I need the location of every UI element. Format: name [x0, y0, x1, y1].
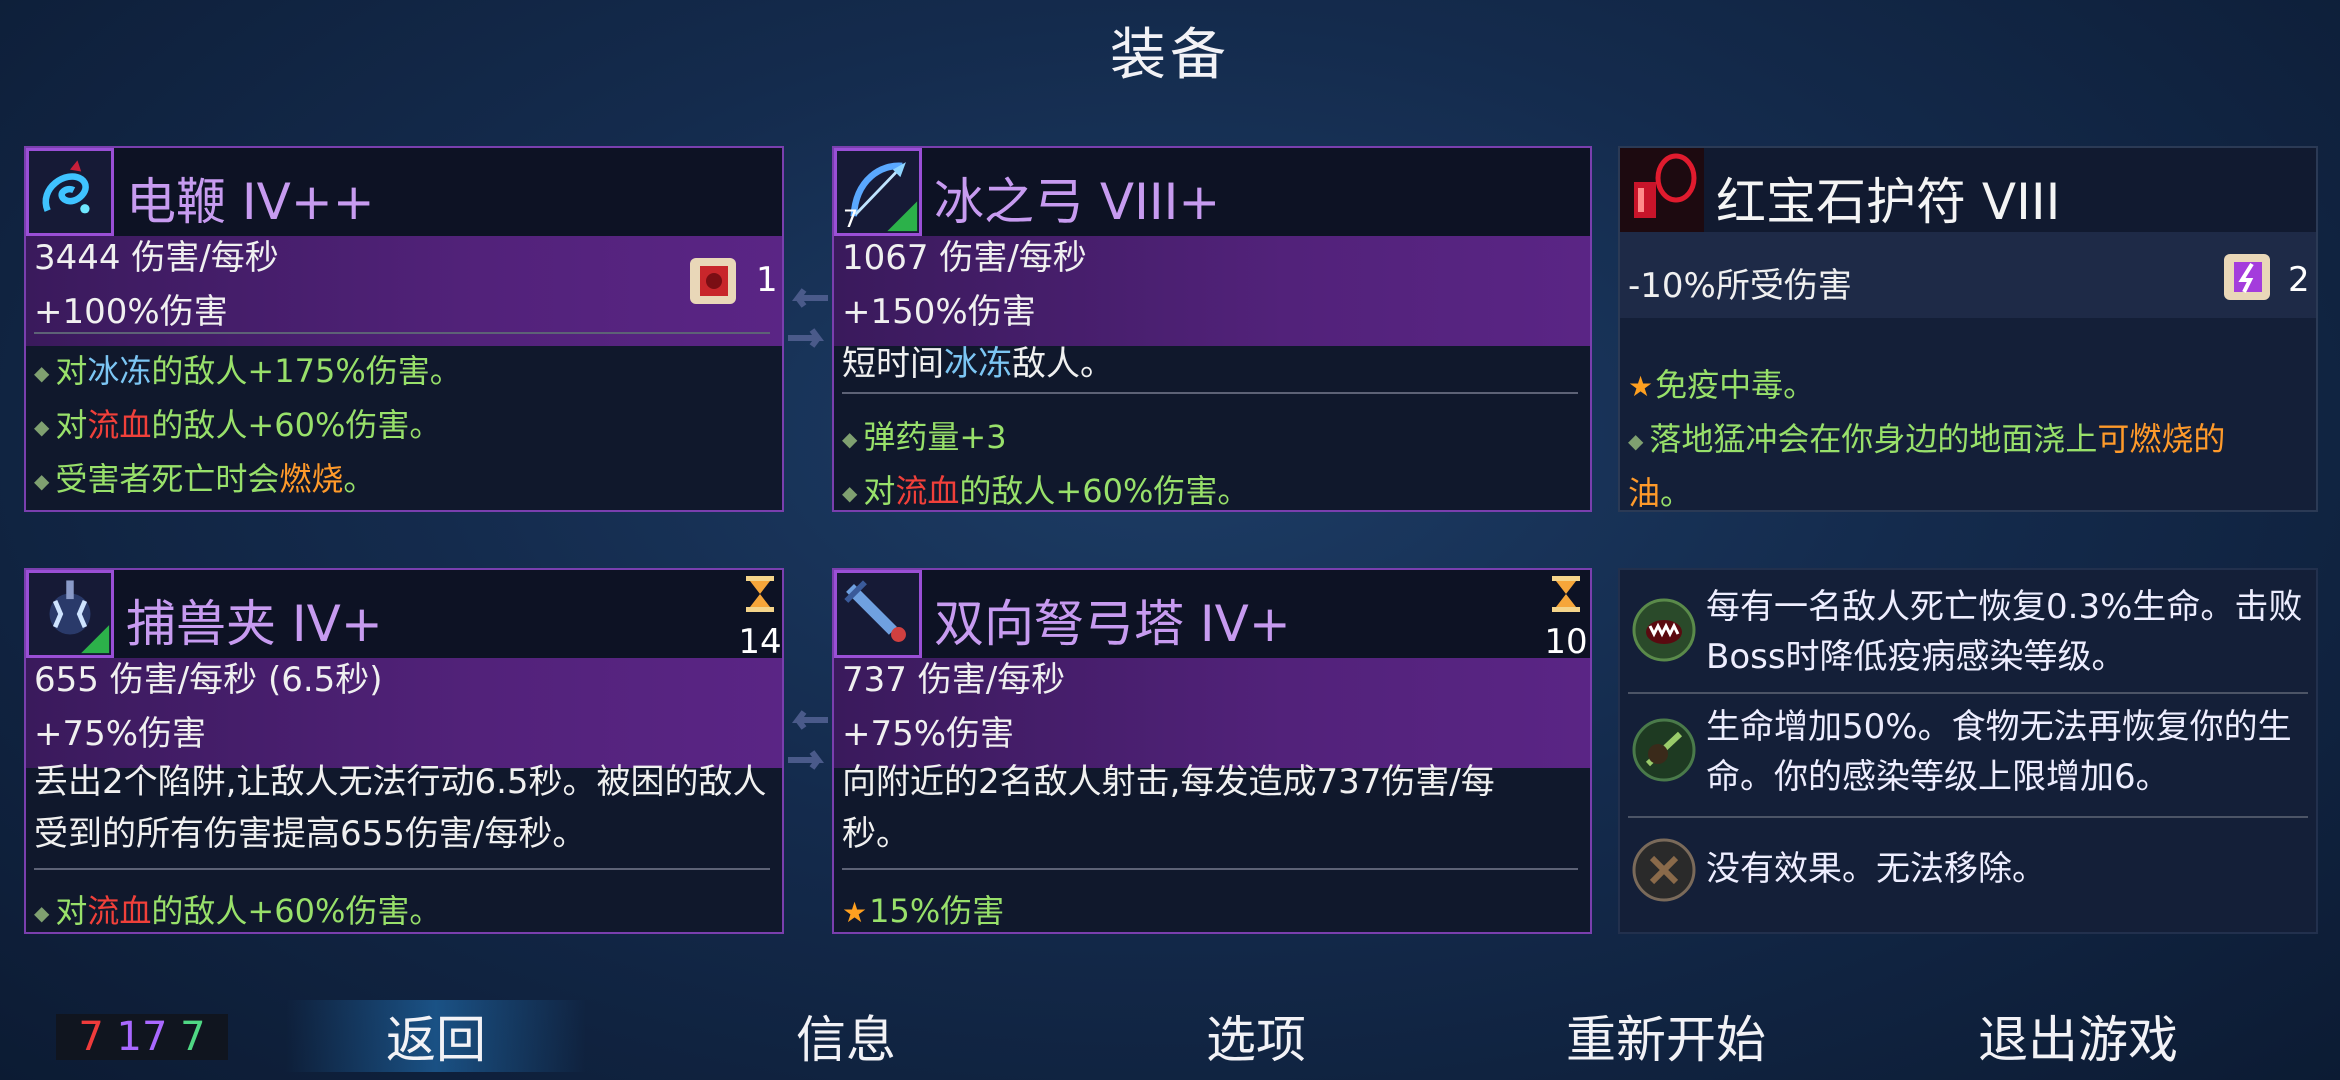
brutality-count: 7	[78, 1014, 104, 1060]
cooldown-value: 14	[738, 622, 782, 662]
amulet-title: 红宝石护符 VIII	[1716, 173, 2061, 231]
scroll-count: 1	[756, 260, 778, 300]
weapon-description: 丢出2个陷阱,让敌人无法行动6.5秒。被困的敌人受到的所有伤害提高655伤害/每…	[34, 762, 767, 854]
weapon-dps: 737 伤害/每秒	[842, 660, 1066, 700]
weapon-effect: ◆ 对流血的敌人+60%伤害。	[34, 892, 442, 930]
amulet-card[interactable]: 红宝石护符 VIII -10%所受伤害 2 ★免疫中毒。 ◆ 落地猛冲会在你身边的…	[1618, 146, 2318, 512]
weapon-dps: 3444 伤害/每秒	[34, 238, 279, 278]
weapon-card-ice-bow[interactable]: 7 冰之弓 VIII+ 1067 伤害/每秒 +150%伤害 短时间冰冻敌人。 …	[832, 146, 1592, 512]
weapon-effect: ◆ 受害者死亡时会燃烧。	[34, 460, 376, 498]
weapon-effect: ◆ 弹药量+3	[842, 418, 1007, 456]
quit-game-button[interactable]: 退出游戏	[1928, 1000, 2228, 1072]
info-button[interactable]: 信息	[696, 1000, 996, 1072]
divider	[842, 868, 1578, 870]
electric-whip-icon	[26, 148, 114, 236]
amulet-effect: ★免疫中毒。	[1628, 366, 1816, 404]
tactics-scroll-icon	[2224, 254, 2270, 300]
weapon-effect: ◆ 对流血的敌人+60%伤害。	[34, 406, 442, 444]
tactics-count: 17	[116, 1014, 168, 1060]
weapon-title: 电鞭 IV++	[126, 173, 375, 231]
mutation-row[interactable]: 没有效果。无法移除。	[1620, 826, 2316, 926]
weapon-effect: ★15%伤害	[842, 892, 1005, 930]
swap-arrows-icon[interactable]	[784, 710, 832, 776]
mutation-text: 每有一名敌人死亡恢复0.3%生命。击败Boss时降低疫病感染等级。	[1706, 587, 2303, 677]
brutality-scroll-icon	[690, 258, 736, 304]
fanged-mouth-icon	[1632, 598, 1696, 662]
hourglass-icon	[1552, 576, 1580, 612]
weapon-title: 捕兽夹 IV+	[126, 595, 383, 653]
restart-button[interactable]: 重新开始	[1516, 1000, 1816, 1072]
back-button[interactable]: 返回	[286, 1000, 586, 1072]
ruby-amulet-icon	[1620, 148, 1704, 232]
divider	[1628, 816, 2308, 818]
weapon-effect: ◆ 对流血的敌人+60%伤害。	[842, 472, 1250, 510]
amulet-effect: 油。	[1628, 474, 1693, 512]
weapon-card-electric-whip[interactable]: 电鞭 IV++ 3444 伤害/每秒 +100%伤害 1 ◆ 对冰冻的敌人+175…	[24, 146, 784, 512]
wolf-trap-icon	[26, 570, 114, 658]
scroll-count: 2	[2288, 260, 2310, 300]
mutation-text: 没有效果。无法移除。	[1706, 849, 2046, 889]
weapon-bonus: +75%伤害	[34, 714, 207, 754]
divider	[842, 392, 1578, 394]
page-title: 装备	[1110, 23, 1230, 88]
ice-bow-icon: 7	[834, 148, 922, 236]
weapon-effect: ◆ 对冰冻的敌人+175%伤害。	[34, 352, 462, 390]
weapon-title: 冰之弓 VIII+	[934, 173, 1221, 231]
weapon-description: 短时间冰冻敌人。	[842, 344, 1114, 384]
weapon-card-double-crossb-o-matic[interactable]: 双向弩弓塔 IV+ 10 737 伤害/每秒 +75%伤害 向附近的2名敌人射击…	[832, 568, 1592, 934]
weapon-description: 向附近的2名敌人射击,每发造成737伤害/每秒。	[842, 762, 1495, 854]
hourglass-icon	[746, 576, 774, 612]
weapon-bonus: +150%伤害	[842, 292, 1036, 332]
weapon-title: 双向弩弓塔 IV+	[934, 595, 1291, 653]
weapon-bonus: +100%伤害	[34, 292, 228, 332]
mutation-text: 生命增加50%。食物无法再恢复你的生命。你的感染等级上限增加6。	[1706, 707, 2292, 797]
no-eat-icon	[1632, 718, 1696, 782]
amulet-stat: -10%所受伤害	[1628, 266, 1852, 306]
divider	[1628, 692, 2308, 694]
weapon-dps: 1067 伤害/每秒	[842, 238, 1087, 278]
cooldown-value: 10	[1544, 622, 1588, 662]
weapon-dps: 655 伤害/每秒 (6.5秒)	[34, 660, 383, 700]
curse-icon	[1632, 838, 1696, 902]
scroll-stat-counters: 7 17 7	[56, 1014, 228, 1060]
mutations-panel: 每有一名敌人死亡恢复0.3%生命。击败Boss时降低疫病感染等级。 生命增加50…	[1618, 568, 2318, 934]
amulet-effect: ◆ 落地猛冲会在你身边的地面浇上可燃烧的	[1628, 420, 2226, 458]
mutation-row[interactable]: 生命增加50%。食物无法再恢复你的生命。你的感染等级上限增加6。	[1620, 702, 2316, 814]
weapon-bonus: +75%伤害	[842, 714, 1015, 754]
options-button[interactable]: 选项	[1106, 1000, 1406, 1072]
divider	[34, 868, 770, 870]
mutation-row[interactable]: 每有一名敌人死亡恢复0.3%生命。击败Boss时降低疫病感染等级。	[1620, 578, 2316, 690]
swap-arrows-icon[interactable]	[784, 288, 832, 354]
crossbow-turret-icon	[834, 570, 922, 658]
bottom-nav-bar: 7 17 7 返回 信息 选项 重新开始 退出游戏	[0, 990, 2340, 1080]
weapon-card-wolf-trap[interactable]: 捕兽夹 IV+ 14 655 伤害/每秒 (6.5秒) +75%伤害 丢出2个陷…	[24, 568, 784, 934]
survival-count: 7	[180, 1014, 206, 1060]
divider	[34, 332, 770, 334]
